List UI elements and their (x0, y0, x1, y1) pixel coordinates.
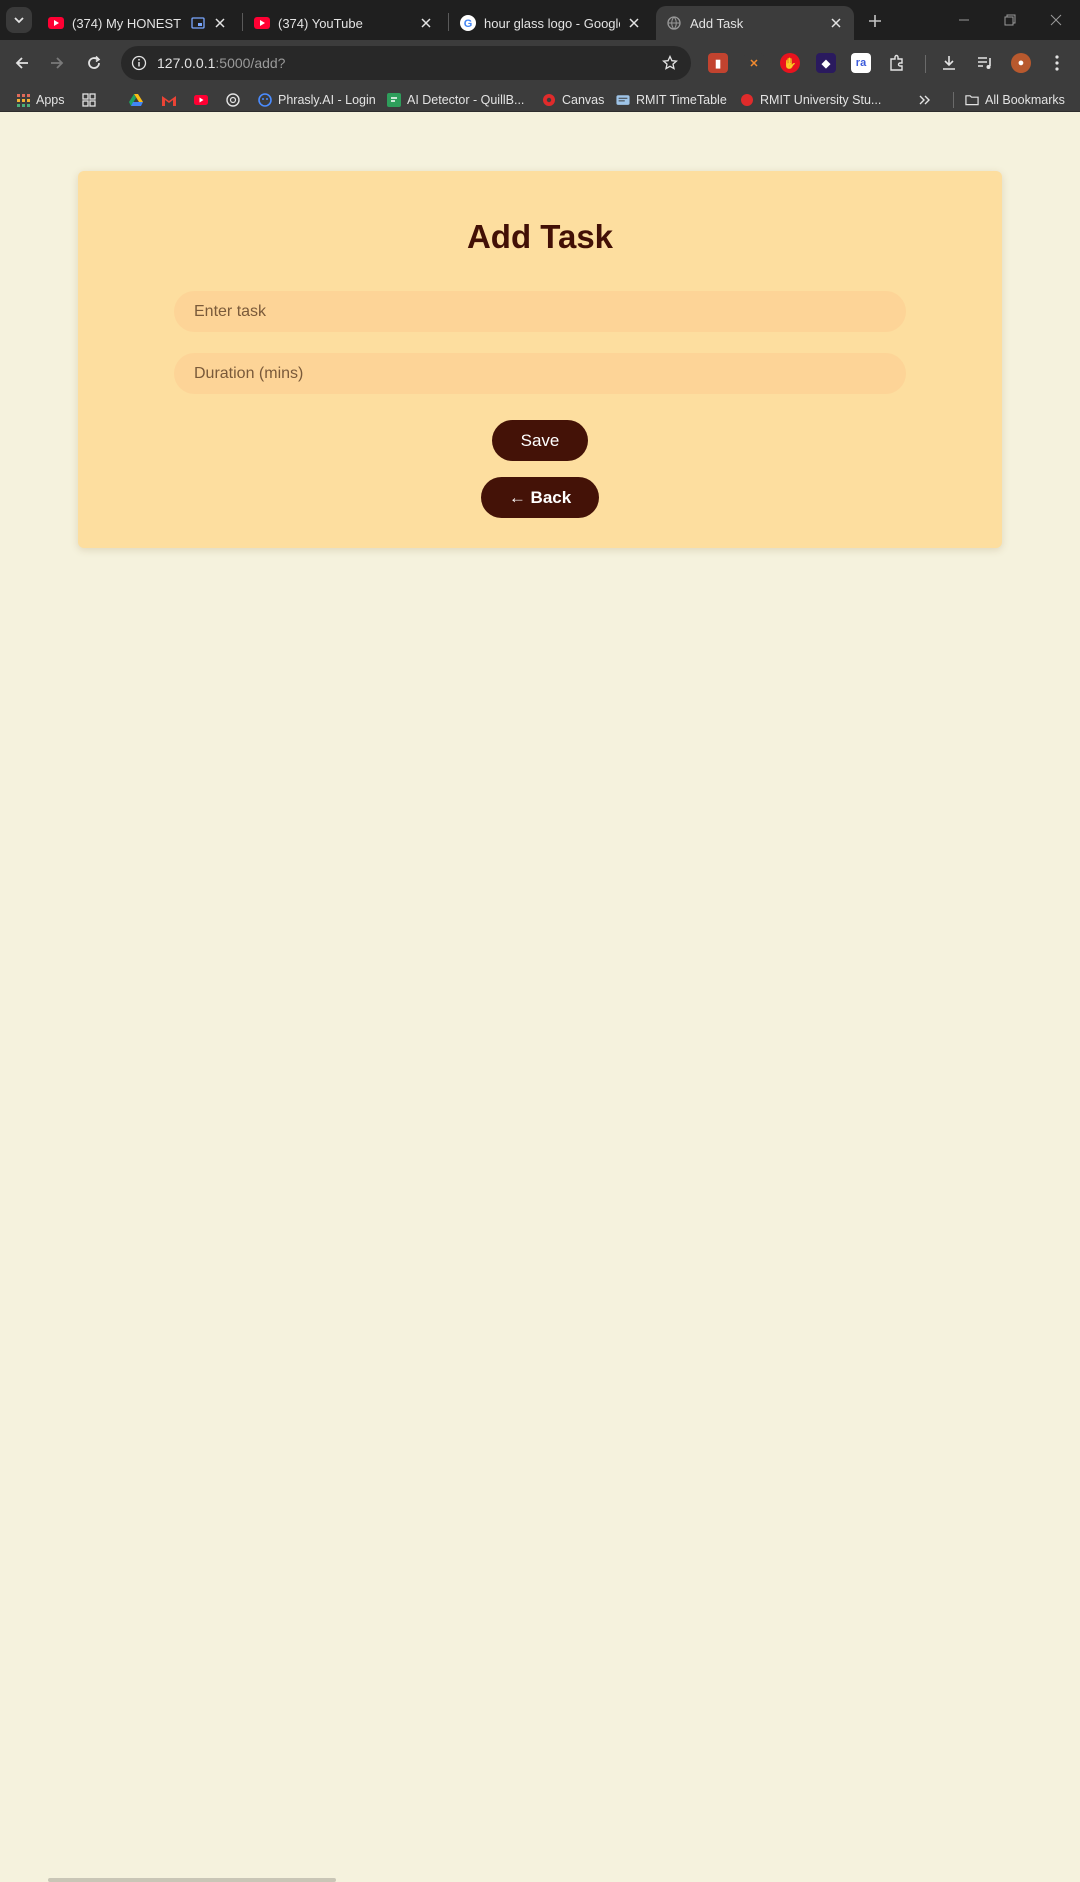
new-tab-button[interactable] (862, 8, 888, 34)
task-input[interactable] (174, 291, 906, 332)
tab-separator (448, 13, 449, 31)
bookmarks-overflow-button[interactable] (918, 90, 938, 110)
tab-youtube[interactable]: (374) YouTube (244, 6, 444, 40)
plus-icon (869, 15, 881, 27)
tab-title: (374) My HONEST Th (72, 15, 184, 31)
url-host: 127.0.0.1 (157, 55, 216, 71)
gmail-icon (162, 93, 176, 107)
add-task-card: Add Task Save ← Back (78, 171, 1002, 548)
svg-text:G: G (464, 18, 473, 30)
tab-strip: (374) My HONEST Th (374) YouTube G hour … (0, 0, 1080, 40)
close-tab-icon[interactable] (212, 15, 228, 31)
duration-input[interactable] (174, 353, 906, 394)
url-text: 127.0.0.1:5000/add? (157, 55, 285, 71)
chatgpt-icon (226, 93, 240, 107)
save-button[interactable]: Save (492, 420, 588, 461)
browser-toolbar: 127.0.0.1:5000/add? ▮ ✕ ✋ ◆ ra ● (0, 40, 1080, 87)
page-title: Add Task (466, 218, 614, 255)
back-nav-button[interactable] (7, 48, 37, 78)
chevron-double-right-icon (918, 93, 932, 107)
bookmark-label: RMIT University Stu... (760, 93, 882, 107)
media-controls-icon[interactable] (975, 53, 995, 73)
tab-youtube-honest[interactable]: (374) My HONEST Th (38, 6, 238, 40)
bookmark-label: Phrasly.AI - Login (278, 93, 376, 107)
close-icon (1050, 14, 1062, 26)
minimize-button[interactable] (944, 6, 984, 34)
restore-button[interactable] (990, 6, 1030, 34)
close-tab-icon[interactable] (626, 15, 642, 31)
bookmark-star-icon[interactable] (659, 52, 681, 74)
youtube-icon (254, 15, 270, 31)
bookmark-label: AI Detector - QuillB... (407, 93, 525, 107)
tab-search-button[interactable] (6, 7, 32, 33)
arrow-right-icon (51, 57, 64, 69)
chevron-down-icon (14, 17, 24, 24)
bookmark-rmit-timetable[interactable]: RMIT TimeTable (616, 90, 727, 110)
minimize-icon (959, 19, 969, 21)
rmit-icon (740, 93, 754, 107)
canvas-icon (542, 93, 556, 107)
tab-add-task[interactable]: Add Task (656, 6, 854, 40)
quillbot-icon (387, 93, 401, 107)
bookmark-rmit-university[interactable]: RMIT University Stu... (740, 90, 881, 110)
folder-icon (965, 93, 979, 107)
extension-5-icon[interactable]: ra (851, 53, 871, 73)
more-menu-icon[interactable] (1047, 53, 1067, 73)
reload-button[interactable] (79, 48, 109, 78)
url-path: :5000/add? (215, 55, 286, 71)
tab-google-search[interactable]: G hour glass logo - Google (450, 6, 652, 40)
youtube-icon (48, 15, 64, 31)
all-bookmarks-label: All Bookmarks (985, 93, 1065, 107)
google-icon: G (460, 15, 476, 31)
toolbar-separator (925, 55, 926, 73)
phrasly-icon (258, 93, 272, 107)
close-tab-icon[interactable] (828, 15, 844, 31)
bookmark-apps[interactable]: Apps (16, 90, 65, 110)
youtube-icon (194, 93, 208, 107)
tab-groups-icon (82, 93, 96, 107)
extension-1-icon[interactable]: ▮ (708, 53, 728, 73)
address-bar[interactable]: 127.0.0.1:5000/add? (121, 46, 691, 80)
globe-icon (666, 15, 682, 31)
bookmark-chatgpt[interactable] (226, 90, 246, 110)
bookmark-quillbot[interactable]: AI Detector - QuillB... (387, 90, 524, 110)
window-close-button[interactable] (1036, 6, 1076, 34)
google-drive-icon (129, 93, 143, 107)
forward-nav-button[interactable] (42, 48, 72, 78)
tab-title: hour glass logo - Google (484, 15, 620, 31)
extension-4-icon[interactable]: ◆ (816, 53, 836, 73)
extension-2-icon[interactable]: ✕ (744, 53, 764, 73)
timetable-icon (616, 93, 630, 107)
bookmarks-bar: Apps Phrasly.AI - Login AI Detector - Qu… (0, 87, 1080, 195)
bookmark-label: RMIT TimeTable (636, 93, 727, 107)
back-button[interactable]: ← Back (481, 477, 599, 518)
close-tab-icon[interactable] (418, 15, 434, 31)
bookmark-label: Canvas (562, 93, 605, 107)
extension-3-icon[interactable]: ✋ (780, 53, 800, 73)
restore-icon (1004, 14, 1016, 26)
picture-in-picture-icon[interactable] (190, 15, 206, 31)
tab-title: Add Task (690, 15, 744, 31)
horizontal-scrollbar[interactable] (48, 1878, 336, 1882)
download-icon[interactable] (939, 53, 959, 73)
site-info-icon[interactable] (127, 51, 151, 75)
profile-avatar[interactable]: ● (1011, 53, 1031, 73)
bookmark-canvas[interactable]: Canvas (542, 90, 604, 110)
arrow-left-icon (15, 57, 28, 69)
reload-icon (88, 55, 101, 69)
bookmark-label: Apps (36, 93, 65, 107)
tab-title: (374) YouTube (278, 15, 363, 31)
bookmark-gmail[interactable] (162, 90, 182, 110)
bookmarks-separator (953, 92, 954, 108)
apps-grid-icon (16, 93, 30, 107)
tab-separator (242, 13, 243, 31)
bookmark-tab-groups[interactable] (82, 90, 102, 110)
bookmark-phrasly[interactable]: Phrasly.AI - Login (258, 90, 376, 110)
all-bookmarks-button[interactable]: All Bookmarks (965, 90, 1065, 110)
bookmark-youtube[interactable] (194, 90, 214, 110)
extensions-puzzle-icon[interactable] (887, 53, 907, 73)
bookmark-google-drive[interactable] (129, 90, 149, 110)
